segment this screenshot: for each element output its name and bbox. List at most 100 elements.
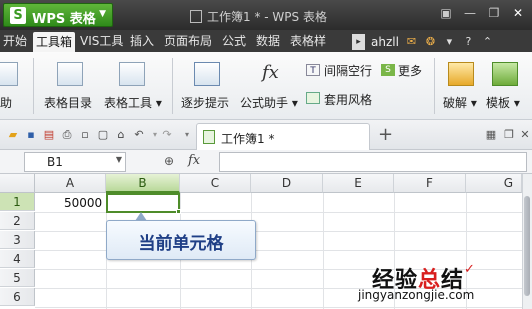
column-header-f[interactable]: F bbox=[394, 174, 466, 193]
app-menu-button[interactable]: S WPS 表格 ▼ bbox=[3, 3, 113, 27]
row-header-4[interactable]: 4 bbox=[0, 250, 35, 268]
row-header-5[interactable]: 5 bbox=[0, 269, 35, 287]
restore-window-icon[interactable]: ❐ bbox=[502, 128, 516, 142]
table-tools-icon bbox=[119, 62, 145, 86]
skin-icon[interactable]: ▣ bbox=[436, 4, 456, 22]
username[interactable]: ahzll bbox=[371, 35, 399, 49]
ribbon-separator bbox=[434, 58, 435, 114]
row-header-6[interactable]: 6 bbox=[0, 288, 35, 306]
crack-button[interactable]: 破解 ▾ bbox=[443, 94, 477, 111]
helper-partial-button[interactable]: 助 bbox=[0, 94, 12, 111]
ribbon-separator bbox=[172, 58, 173, 114]
tab-start[interactable]: 开始 bbox=[3, 33, 27, 50]
table-tools-button[interactable]: 表格工具 ▾ bbox=[104, 94, 162, 111]
lock-icon bbox=[448, 62, 474, 86]
caret-down-icon: ▼ bbox=[99, 9, 106, 19]
active-cell-b1[interactable] bbox=[106, 193, 180, 213]
ribbon-separator bbox=[33, 58, 34, 114]
help-icon[interactable]: ? bbox=[462, 35, 475, 48]
select-all-corner[interactable] bbox=[0, 174, 35, 193]
row-header-1[interactable]: 1 bbox=[0, 193, 35, 211]
name-box[interactable]: B1 ▼ bbox=[24, 152, 126, 172]
row-header-2[interactable]: 2 bbox=[0, 212, 35, 230]
export-pdf-icon[interactable]: ▤ bbox=[42, 128, 56, 142]
window-controls: ▣ — ❐ ✕ bbox=[436, 4, 528, 22]
interval-blank-row-button[interactable]: 间隔空行 bbox=[324, 62, 372, 79]
template-button[interactable]: 模板 ▾ bbox=[486, 94, 520, 111]
shirt-icon[interactable]: ▾ bbox=[443, 35, 456, 48]
restore-icon[interactable]: ❐ bbox=[484, 4, 504, 22]
menu-bar: 开始 工具箱 VIS工具 插入 页面布局 公式 数据 表格样 ▸ ahzll ✉… bbox=[0, 30, 532, 52]
minimize-icon[interactable]: — bbox=[460, 4, 480, 22]
formula-input[interactable] bbox=[219, 152, 527, 172]
column-header-b[interactable]: B bbox=[106, 174, 180, 193]
gift-icon[interactable]: ❂ bbox=[424, 35, 437, 48]
formula-assistant-button[interactable]: 公式助手 ▾ bbox=[240, 94, 298, 111]
current-cell-callout: 当前单元格 bbox=[106, 220, 256, 260]
grid-line bbox=[323, 193, 324, 309]
column-header-g[interactable]: G bbox=[466, 174, 522, 193]
undo-icon[interactable]: ↶ bbox=[132, 128, 146, 142]
new-tab-plus-icon[interactable]: + bbox=[378, 124, 393, 145]
user-icon[interactable]: ▸ bbox=[352, 33, 365, 50]
document-tab[interactable]: 工作簿1 * bbox=[196, 123, 370, 150]
tab-vis-tools[interactable]: VIS工具 bbox=[80, 33, 123, 50]
tab-formulas[interactable]: 公式 bbox=[222, 33, 246, 50]
tab-insert[interactable]: 插入 bbox=[130, 33, 154, 50]
collapse-icon[interactable]: ⌃ bbox=[481, 35, 494, 48]
window-title: 工作簿1 * - WPS 表格 bbox=[190, 8, 327, 25]
column-header-d[interactable]: D bbox=[251, 174, 323, 193]
menu-right-area: ▸ ahzll ✉ ❂ ▾ ? ⌃ bbox=[352, 33, 494, 50]
apply-style-icon bbox=[306, 92, 320, 104]
quick-access-bar: ▰ ▪ ▤ ⎙ ▫ ▢ ⌂ ↶ ▾ ↷ ▾ 工作簿1 * + ▦ ❐ ✕ bbox=[0, 120, 532, 150]
fill-handle[interactable] bbox=[176, 209, 181, 214]
column-header-c[interactable]: C bbox=[180, 174, 251, 193]
document-tab-label: 工作簿1 * bbox=[221, 132, 275, 146]
function-icon: fx bbox=[262, 62, 279, 83]
watermark-url: jingyanzongjie.com bbox=[358, 288, 475, 302]
table-catalog-icon bbox=[57, 62, 83, 86]
save-icon[interactable]: ▪ bbox=[24, 128, 38, 142]
close-doc-icon[interactable]: ✕ bbox=[518, 128, 532, 142]
scrollbar-thumb[interactable] bbox=[524, 196, 530, 296]
spreadsheet-doc-icon bbox=[203, 130, 215, 144]
more-icon: S bbox=[381, 64, 395, 76]
name-box-dropdown-icon[interactable]: ▼ bbox=[116, 155, 122, 164]
tab-table-style[interactable]: 表格样 bbox=[290, 33, 326, 50]
zoom-search-icon[interactable]: ⊕ bbox=[164, 154, 174, 168]
document-icon bbox=[190, 10, 202, 23]
callout-text: 当前单元格 bbox=[138, 234, 224, 254]
helper-icon bbox=[0, 62, 18, 86]
spell-check-icon[interactable]: ▢ bbox=[96, 128, 110, 142]
ribbon-toolbox: 助 表格目录 表格工具 ▾ 逐步提示 fx 公式助手 ▾ T 间隔空行 S 更多… bbox=[0, 52, 532, 120]
redo-icon[interactable]: ↷ bbox=[160, 128, 174, 142]
customize-dropdown-icon[interactable]: ▾ bbox=[180, 128, 194, 142]
cell-a1[interactable]: 50000 bbox=[64, 196, 102, 210]
watermark-check-icon: ✓ bbox=[464, 262, 476, 277]
template-icon bbox=[492, 62, 518, 86]
format-painter-icon[interactable]: ⌂ bbox=[114, 128, 128, 142]
row-header-3[interactable]: 3 bbox=[0, 231, 35, 249]
mail-icon[interactable]: ✉ bbox=[405, 35, 418, 48]
wps-logo-icon: S bbox=[10, 7, 26, 24]
tab-data[interactable]: 数据 bbox=[256, 33, 280, 50]
column-header-a[interactable]: A bbox=[35, 174, 106, 193]
open-folder-icon[interactable]: ▰ bbox=[6, 128, 20, 142]
tab-toolbox[interactable]: 工具箱 bbox=[33, 32, 76, 52]
print-preview-icon[interactable]: ▫ bbox=[78, 128, 92, 142]
grid-line bbox=[35, 307, 522, 308]
apply-style-button[interactable]: 套用风格 bbox=[324, 91, 372, 108]
insert-function-fx[interactable]: fx bbox=[188, 153, 200, 168]
step-hint-button[interactable]: 逐步提示 bbox=[181, 94, 229, 111]
close-icon[interactable]: ✕ bbox=[508, 4, 528, 22]
step-hint-icon bbox=[194, 62, 220, 86]
cell-reference: B1 bbox=[47, 155, 63, 169]
formula-bar: B1 ▼ ⊕ fx bbox=[0, 150, 532, 174]
column-header-e[interactable]: E bbox=[323, 174, 394, 193]
table-catalog-button[interactable]: 表格目录 bbox=[44, 94, 92, 111]
grid-view-icon[interactable]: ▦ bbox=[484, 128, 498, 142]
print-icon[interactable]: ⎙ bbox=[60, 128, 74, 142]
more-button[interactable]: 更多 bbox=[398, 62, 422, 79]
app-name: WPS 表格 bbox=[32, 12, 96, 27]
tab-page-layout[interactable]: 页面布局 bbox=[164, 33, 212, 50]
